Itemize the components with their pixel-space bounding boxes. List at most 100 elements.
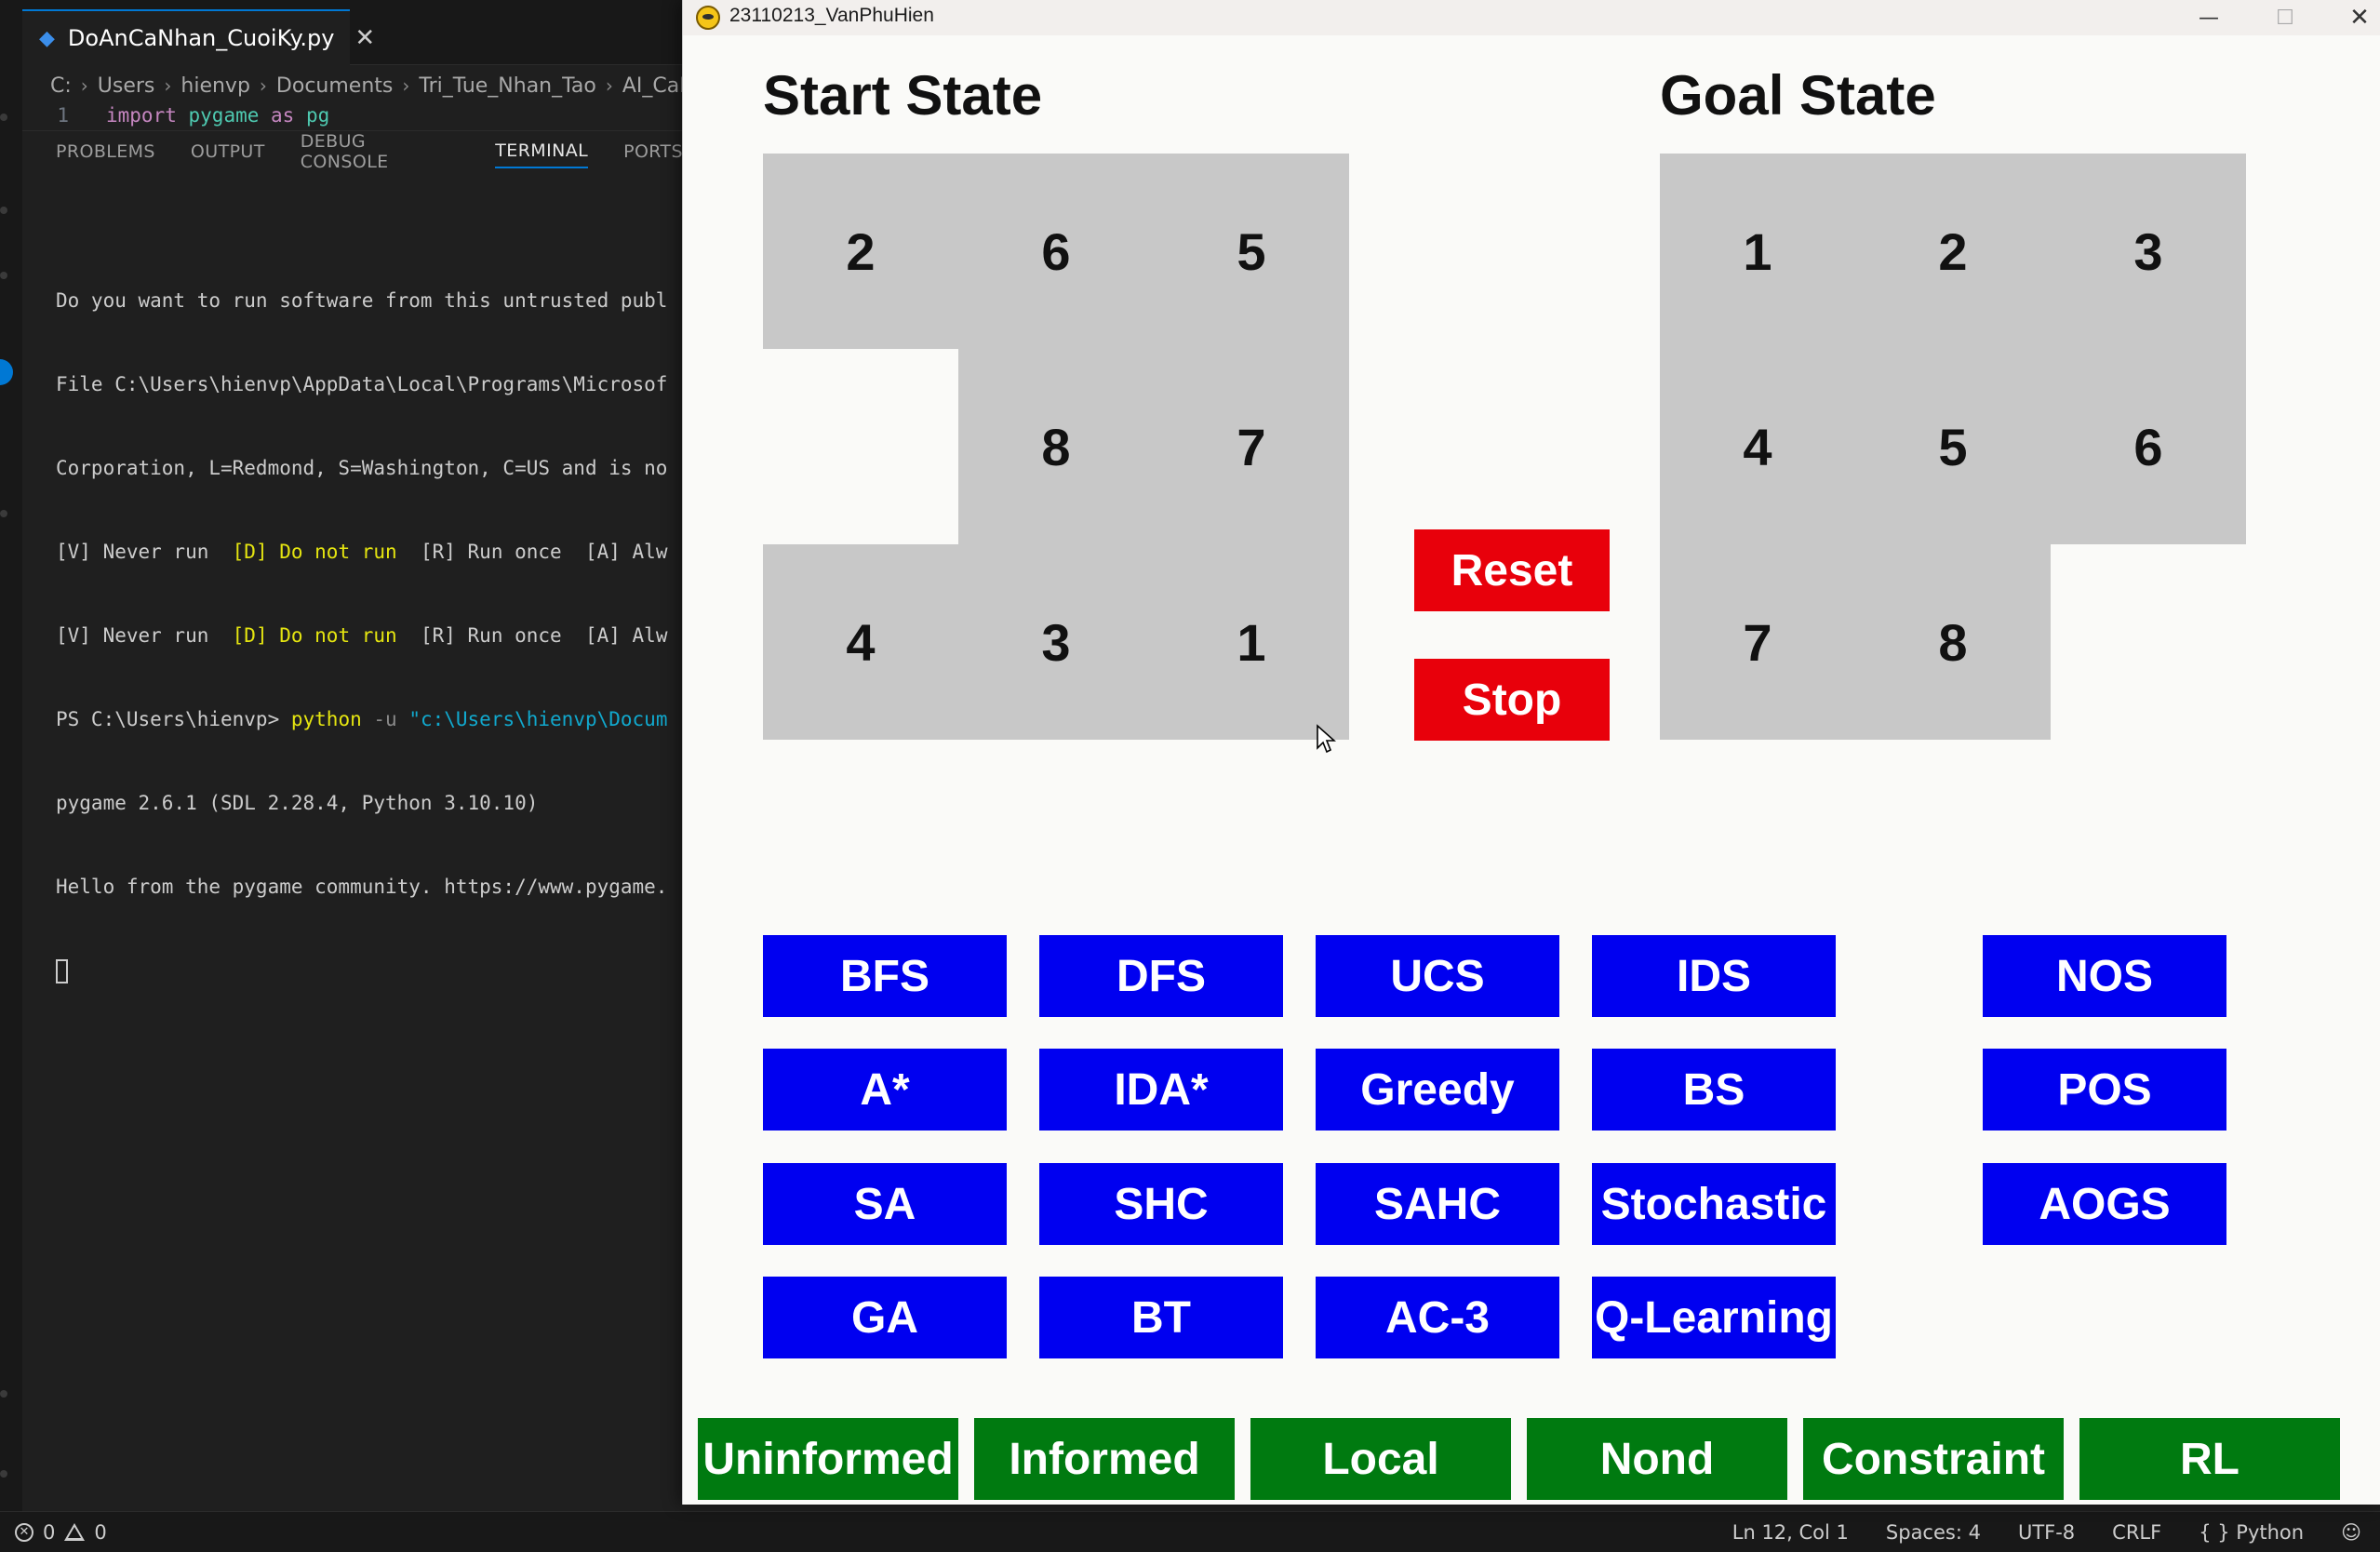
error-icon: ✕: [15, 1522, 33, 1542]
algorithm-button-nos[interactable]: NOS: [1983, 935, 2226, 1017]
indentation[interactable]: Spaces: 4: [1886, 1521, 1981, 1544]
chevron-right-icon: ›: [605, 74, 613, 97]
tab-ports[interactable]: PORTS: [623, 141, 683, 167]
code-alias: pg: [305, 104, 330, 127]
warning-icon: [64, 1523, 86, 1541]
maximize-button[interactable]: ☐: [2248, 0, 2322, 35]
puzzle-tile: 7: [1660, 544, 1855, 740]
status-right: Ln 12, Col 1 Spaces: 4 UTF-8 CRLF { } Py…: [1732, 1521, 2361, 1544]
editor-tab[interactable]: ◆ DoAnCaNhan_CuoiKy.py ✕: [22, 9, 375, 65]
algorithm-button-pos[interactable]: POS: [1983, 1049, 2226, 1131]
terminal-text: python: [290, 708, 362, 730]
category-button-uninformed[interactable]: Uninformed: [698, 1418, 958, 1500]
algorithm-button-stochastic[interactable]: Stochastic: [1592, 1163, 1836, 1245]
terminal-text: [D] Do not run: [232, 624, 397, 647]
algorithm-button-ids[interactable]: IDS: [1592, 935, 1836, 1017]
puzzle-tile: 8: [958, 349, 1154, 544]
category-button-nond[interactable]: Nond: [1527, 1418, 1787, 1500]
stop-button[interactable]: Stop: [1414, 659, 1610, 741]
algorithm-button-dfs[interactable]: DFS: [1039, 935, 1283, 1017]
algorithm-button-ucs[interactable]: UCS: [1316, 935, 1559, 1017]
algorithm-button-ga[interactable]: GA: [763, 1277, 1007, 1358]
account-icon[interactable]: [0, 1390, 7, 1398]
algorithm-button-bt[interactable]: BT: [1039, 1277, 1283, 1358]
code-line[interactable]: 1 import pygame as pg: [22, 104, 683, 128]
copilot-icon[interactable]: ☺: [2341, 1521, 2361, 1544]
algorithm-button-aogs[interactable]: AOGS: [1983, 1163, 2226, 1245]
breadcrumb-item[interactable]: AI_CaNhan: [622, 74, 683, 98]
puzzle-tile: 5: [1855, 349, 2051, 544]
algorithm-button-bs[interactable]: BS: [1592, 1049, 1836, 1131]
tab-debug-console[interactable]: DEBUG CONSOLE: [301, 131, 461, 178]
chevron-right-icon: ›: [259, 74, 267, 97]
blank-tile: [763, 349, 958, 544]
breadcrumb-item[interactable]: C:: [50, 74, 72, 98]
goal-state-title: Goal State: [1660, 64, 1936, 127]
category-button-local[interactable]: Local: [1250, 1418, 1511, 1500]
run-debug-indicator-icon[interactable]: [0, 359, 13, 385]
algorithm-button-astar[interactable]: A*: [763, 1049, 1007, 1131]
pygame-window: 23110213_VanPhuHien — ☐ ✕ Start State Go…: [682, 0, 2380, 1505]
activity-bar: [0, 0, 22, 1511]
problems-status[interactable]: ✕ 0 0: [0, 1521, 107, 1544]
breadcrumb-item[interactable]: Users: [98, 74, 155, 98]
settings-icon[interactable]: [0, 1470, 7, 1478]
reset-button[interactable]: Reset: [1414, 529, 1610, 611]
terminal-text: "c:\Users\hienvp\Docum: [408, 708, 668, 730]
line-ending[interactable]: CRLF: [2112, 1521, 2161, 1544]
algorithm-button-ac3[interactable]: AC-3: [1316, 1277, 1559, 1358]
start-state-board: 2 6 5 8 7 4 3 1: [763, 154, 1349, 740]
editor-tab-bar: ◆ DoAnCaNhan_CuoiKy.py ✕: [22, 0, 683, 65]
terminal-line: Do you want to run software from this un…: [56, 289, 668, 312]
tab-terminal[interactable]: TERMINAL: [495, 140, 589, 168]
code-keyword: import: [106, 104, 177, 127]
category-button-informed[interactable]: Informed: [974, 1418, 1235, 1500]
activity-icon[interactable]: [0, 207, 7, 214]
activity-icon[interactable]: [0, 114, 7, 121]
breadcrumb: C: › Users › hienvp › Documents › Tri_Tu…: [50, 69, 683, 102]
puzzle-tile: 6: [958, 154, 1154, 349]
puzzle-tile: 3: [2051, 154, 2246, 349]
puzzle-tile: 5: [1154, 154, 1349, 349]
panel-tabs: PROBLEMS OUTPUT DEBUG CONSOLE TERMINAL P…: [22, 130, 683, 177]
terminal-text: [D] Do not run: [232, 541, 397, 563]
terminal-text: [V] Never run: [56, 541, 233, 563]
minimize-button[interactable]: —: [2172, 0, 2246, 35]
terminal-line: File C:\Users\hienvp\AppData\Local\Progr…: [56, 373, 668, 395]
terminal-cursor: [56, 959, 68, 983]
category-button-constraint[interactable]: Constraint: [1803, 1418, 2064, 1500]
breadcrumb-item[interactable]: Tri_Tue_Nhan_Tao: [419, 74, 596, 98]
terminal-line: [V] Never run [D] Do not run [R] Run onc…: [56, 538, 683, 566]
algorithm-button-shc[interactable]: SHC: [1039, 1163, 1283, 1245]
algorithm-button-greedy[interactable]: Greedy: [1316, 1049, 1559, 1131]
error-count: 0: [43, 1520, 56, 1544]
tab-output[interactable]: OUTPUT: [191, 141, 265, 167]
chevron-right-icon: ›: [80, 74, 88, 97]
terminal-line: Corporation, L=Redmond, S=Washington, C=…: [56, 457, 668, 479]
language-mode[interactable]: { } Python: [2199, 1521, 2304, 1544]
terminal-line: pygame 2.6.1 (SDL 2.28.4, Python 3.10.10…: [56, 792, 539, 814]
breadcrumb-item[interactable]: hienvp: [181, 74, 250, 98]
puzzle-tile: 2: [1855, 154, 2051, 349]
algorithm-button-bfs[interactable]: BFS: [763, 935, 1007, 1017]
puzzle-tile: 1: [1660, 154, 1855, 349]
close-window-button[interactable]: ✕: [2322, 0, 2380, 35]
algorithm-button-idastar[interactable]: IDA*: [1039, 1049, 1283, 1131]
terminal-output[interactable]: Do you want to run software from this un…: [22, 177, 683, 1479]
algorithm-button-sa[interactable]: SA: [763, 1163, 1007, 1245]
chevron-right-icon: ›: [164, 74, 172, 97]
activity-icon[interactable]: [0, 272, 7, 279]
terminal-text: -u: [361, 708, 409, 730]
encoding[interactable]: UTF-8: [2018, 1521, 2075, 1544]
close-tab-icon[interactable]: ✕: [354, 24, 375, 52]
category-button-rl[interactable]: RL: [2079, 1418, 2340, 1500]
cursor-position[interactable]: Ln 12, Col 1: [1732, 1521, 1849, 1544]
code-keyword: as: [271, 104, 295, 127]
window-titlebar[interactable]: 23110213_VanPhuHien — ☐ ✕: [683, 0, 2380, 35]
activity-icon[interactable]: [0, 510, 7, 517]
start-state-title: Start State: [763, 64, 1043, 127]
breadcrumb-item[interactable]: Documents: [276, 74, 393, 98]
algorithm-button-q-learning[interactable]: Q-Learning: [1592, 1277, 1836, 1358]
algorithm-button-sahc[interactable]: SAHC: [1316, 1163, 1559, 1245]
tab-problems[interactable]: PROBLEMS: [56, 141, 155, 167]
